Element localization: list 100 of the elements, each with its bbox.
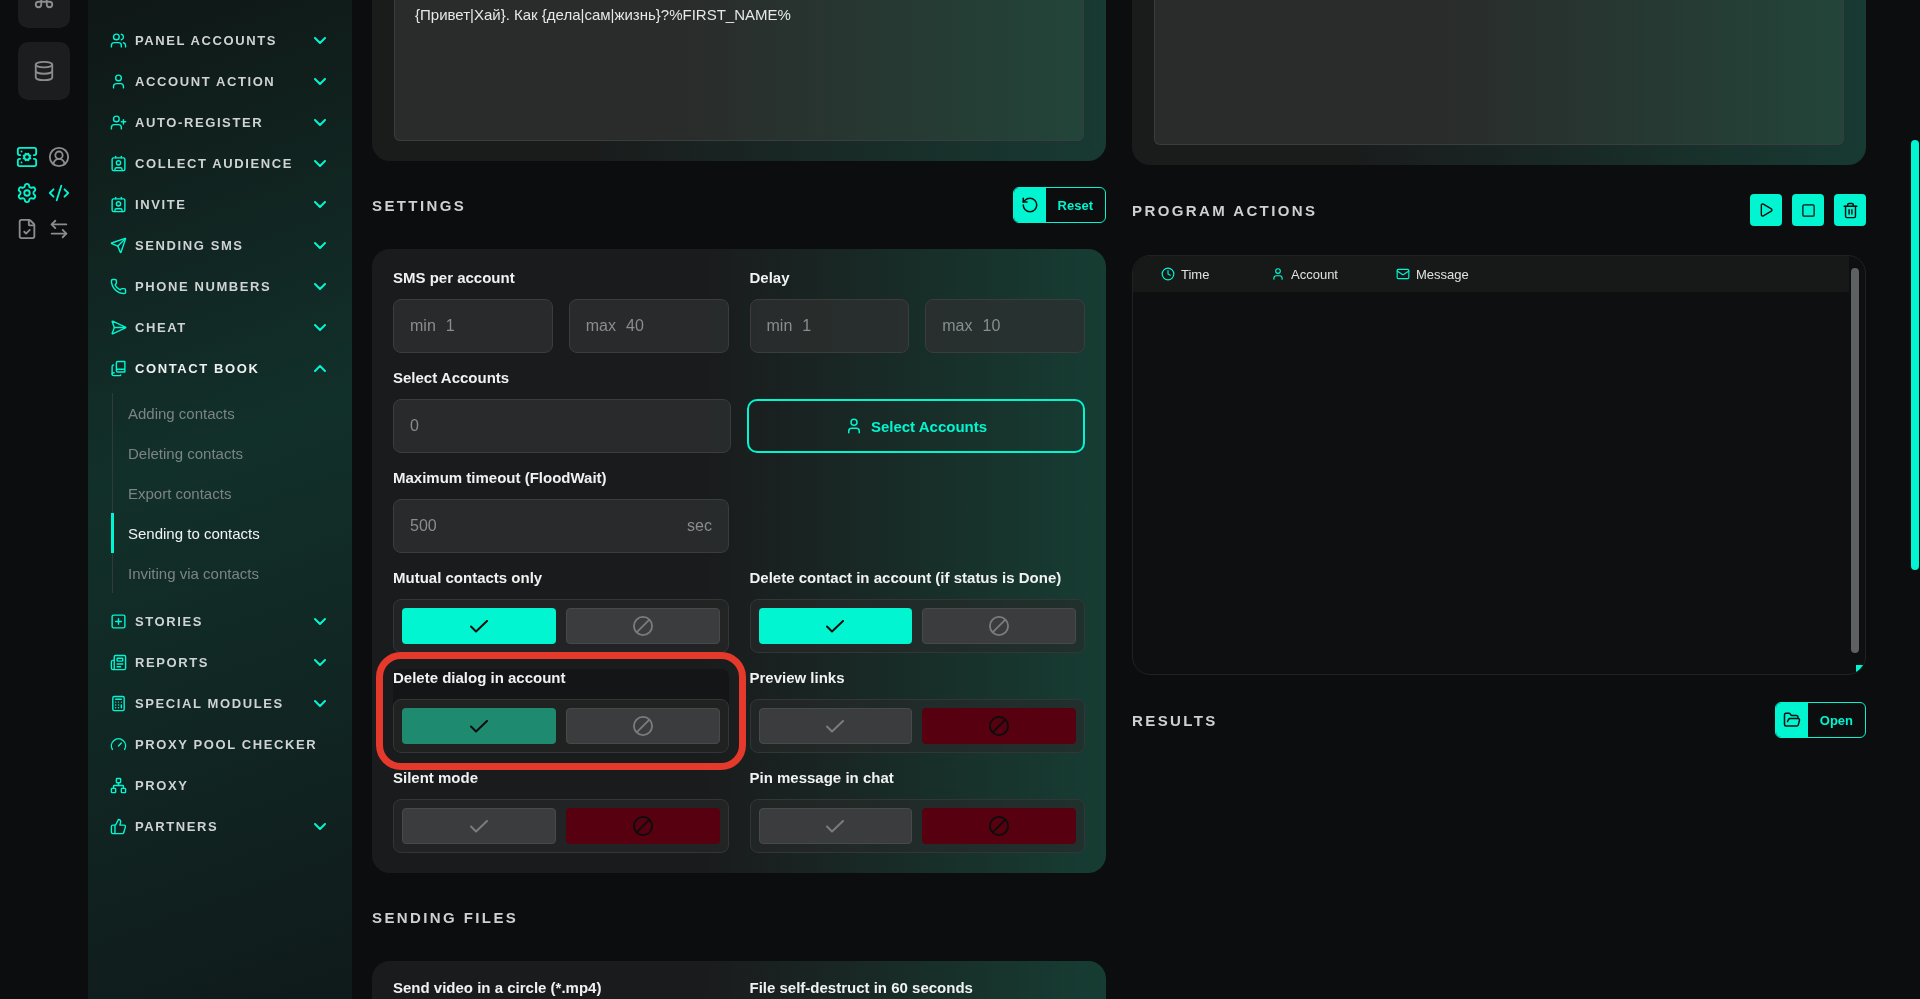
sidebar-item[interactable]: PARTNERS xyxy=(110,806,352,847)
rail-button[interactable] xyxy=(18,42,70,100)
sidebar-item[interactable]: PANEL ACCOUNTS xyxy=(110,20,352,61)
submenu-item[interactable]: Export contacts xyxy=(111,473,352,513)
unit-label: sec xyxy=(687,517,712,536)
yes-toggle[interactable] xyxy=(402,608,556,645)
sidebar-item[interactable]: ACCOUNT ACTION xyxy=(110,61,352,102)
play-icon xyxy=(1758,202,1774,218)
number-field[interactable]: max 10 xyxy=(925,299,1085,354)
sidebar-item[interactable]: CONTACT BOOK xyxy=(110,348,352,389)
check-icon xyxy=(469,719,488,733)
no-toggle[interactable] xyxy=(922,608,1076,645)
reset-icon xyxy=(1020,196,1039,215)
yes-toggle[interactable] xyxy=(402,708,556,745)
field-label: Mutual contacts only xyxy=(393,569,544,589)
yes-toggle[interactable] xyxy=(402,808,556,845)
ban-icon xyxy=(989,816,1010,837)
count-field[interactable]: 0 xyxy=(393,399,731,454)
number-input[interactable]: 1 xyxy=(445,317,536,336)
number-input[interactable]: 40 xyxy=(626,317,712,336)
play-button[interactable] xyxy=(1750,194,1782,226)
field-label: Send video in a circle (*.mp4) xyxy=(393,979,603,998)
timeout-input[interactable]: 500 xyxy=(410,517,678,536)
delete-button[interactable] xyxy=(1834,194,1866,226)
input-prefix: max xyxy=(942,317,973,336)
input-prefix: max xyxy=(585,317,616,336)
field-label: SMS per account xyxy=(393,269,516,289)
field-label: Preview links xyxy=(749,669,846,689)
scrollbar[interactable] xyxy=(1851,268,1859,653)
section-title: SENDING FILES xyxy=(372,908,519,926)
yes-toggle[interactable] xyxy=(758,808,913,845)
number-field[interactable]: min 1 xyxy=(749,299,910,354)
submenu-item[interactable]: Inviting via contacts xyxy=(111,553,352,593)
column-header: Time xyxy=(1181,266,1210,282)
contact-icon xyxy=(110,196,127,213)
users-icon xyxy=(110,32,127,49)
submenu-item[interactable]: Deleting contacts xyxy=(111,433,352,473)
open-button[interactable]: Open xyxy=(1774,702,1866,738)
check-icon xyxy=(826,719,845,733)
sidebar-item[interactable]: PROXY xyxy=(110,765,352,806)
number-input[interactable]: 10 xyxy=(982,317,1068,336)
swap-icon[interactable] xyxy=(48,218,70,240)
contact-icon xyxy=(110,155,127,172)
ban-icon xyxy=(989,616,1010,637)
user-icon xyxy=(110,73,127,90)
number-field[interactable]: min 1 xyxy=(393,299,553,354)
check-icon xyxy=(826,819,845,833)
input-prefix: min xyxy=(766,317,793,336)
submenu-item[interactable]: Adding contacts xyxy=(111,393,352,433)
field-label: Delete contact in account (if status is Done) xyxy=(749,569,1063,589)
select-accounts-button[interactable]: Select Accounts xyxy=(747,399,1085,454)
no-toggle[interactable] xyxy=(922,708,1076,745)
number-input[interactable]: 1 xyxy=(802,317,893,336)
submenu-item[interactable]: Sending to contacts xyxy=(111,513,352,553)
reset-button[interactable]: Reset xyxy=(1012,187,1106,224)
column-header: Account xyxy=(1291,266,1338,282)
count-input[interactable]: 0 xyxy=(410,417,714,436)
phone-icon xyxy=(110,278,127,295)
field-label: Maximum timeout (FloodWait) xyxy=(393,469,608,489)
section-title: RESULTS xyxy=(1132,711,1218,729)
thumbs-up-icon xyxy=(110,818,127,835)
number-field[interactable]: max 40 xyxy=(568,299,729,354)
sidebar-item[interactable]: REPORTS xyxy=(110,642,352,683)
mail-icon xyxy=(1396,267,1410,281)
paper-plane-icon xyxy=(110,237,127,254)
ban-icon xyxy=(632,816,653,837)
sidebar-item[interactable]: CHEAT xyxy=(110,307,352,348)
no-toggle[interactable] xyxy=(565,808,720,845)
sidebar-item[interactable]: AUTO-REGISTER xyxy=(110,102,352,143)
document-check-icon[interactable] xyxy=(16,218,38,240)
sidebar-item[interactable]: SPECIAL MODULES xyxy=(110,683,352,724)
section-title: PROGRAM ACTIONS xyxy=(1132,201,1318,219)
no-toggle[interactable] xyxy=(922,808,1076,845)
settings-icon[interactable] xyxy=(16,182,38,204)
message-textarea[interactable]: {Привет|Хай}. Как {дела|сам|жизнь}?%FIRST_NAME% xyxy=(394,0,1084,142)
no-toggle[interactable] xyxy=(565,608,720,645)
scrollbar[interactable] xyxy=(1911,140,1919,570)
sidebar-item[interactable]: STORIES xyxy=(110,601,352,642)
user-circle-icon[interactable] xyxy=(48,146,70,168)
stop-button[interactable] xyxy=(1792,194,1824,226)
user-icon xyxy=(1271,267,1285,281)
field-label: File self-destruct in 60 seconds xyxy=(749,979,974,998)
input-prefix: min xyxy=(410,317,436,336)
no-toggle[interactable] xyxy=(565,708,720,745)
yes-toggle[interactable] xyxy=(758,608,913,645)
yes-toggle[interactable] xyxy=(758,708,913,745)
sidebar-item[interactable]: INVITE xyxy=(110,184,352,225)
calculator-icon xyxy=(110,695,127,712)
trash-icon xyxy=(1841,201,1859,219)
field-label: Pin message in chat xyxy=(749,769,895,789)
plus-square-icon xyxy=(110,613,127,630)
folder-icon xyxy=(1782,711,1801,729)
check-icon xyxy=(469,819,488,833)
timeout-field[interactable]: 500 sec xyxy=(393,499,729,554)
code-icon[interactable] xyxy=(48,182,70,204)
sidebar-item[interactable]: PHONE NUMBERS xyxy=(110,266,352,307)
sidebar-item[interactable]: SENDING SMS xyxy=(110,225,352,266)
sidebar-item[interactable]: COLLECT AUDIENCE xyxy=(110,143,352,184)
server-icon[interactable] xyxy=(16,146,38,168)
sidebar-item[interactable]: PROXY POOL CHECKER xyxy=(110,724,352,765)
